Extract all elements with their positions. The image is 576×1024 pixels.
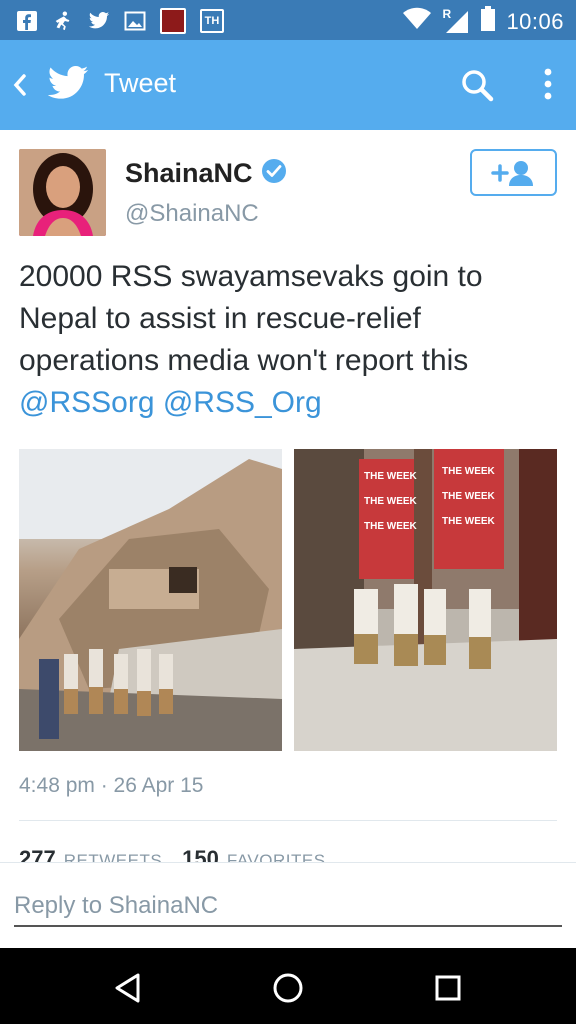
image-icon [124,10,146,32]
mention-link[interactable]: @RSS_Org [163,386,322,419]
runner-icon [52,10,74,32]
verified-badge-icon [261,158,287,189]
app-bar: Tweet [0,40,576,130]
status-bar: TH R 10:06 [0,0,576,40]
tweet-photo[interactable]: THE WEEK THE WEEK THE WEEK THE WEEK THE … [294,449,557,751]
facebook-icon [16,10,38,32]
reply-bar [0,862,576,948]
author-name[interactable]: ShainaNC [125,158,253,189]
tweet-body: 20000 RSS swayamsevaks goin to Nepal to … [19,260,483,377]
divider [19,820,557,821]
battery-icon [480,6,496,37]
wifi-icon [402,7,432,36]
tweet-stats: 277 RETWEETS 150 FAVORITES [19,846,338,862]
page-title: Tweet [104,68,177,98]
tweet-text: 20000 RSS swayamsevaks goin to Nepal to … [19,256,559,424]
banner-text: THE WEEK [442,516,496,527]
favorites-count[interactable]: 150 [182,846,219,862]
th-news-icon: TH [200,9,224,33]
add-user-icon [490,160,533,186]
banner-text: THE WEEK [364,496,418,507]
tweet-detail: ShainaNC @ShainaNC 20000 RSS swayamsevak… [0,130,576,862]
avatar[interactable] [19,149,106,236]
back-nav-icon[interactable] [108,968,148,1008]
news-app-icon [160,8,186,34]
tweet-timestamp: 4:48 pm · 26 Apr 15 [19,774,204,797]
tweet-photo[interactable] [19,449,282,751]
navigation-bar [0,948,576,1024]
twitter-bird-icon [46,64,90,104]
favorites-label[interactable]: FAVORITES [227,851,326,862]
author-name-row: ShainaNC [125,158,287,189]
home-nav-icon[interactable] [268,968,308,1008]
signal-roaming-icon: R [442,7,470,35]
retweets-count[interactable]: 277 [19,846,56,862]
mention-link[interactable]: @RSSorg [19,386,155,419]
clock: 10:06 [506,8,564,34]
author-handle[interactable]: @ShainaNC [125,200,259,228]
reply-input[interactable] [14,887,562,927]
th-label: TH [204,15,220,27]
banner-text: THE WEEK [442,466,496,477]
recents-nav-icon[interactable] [428,968,468,1008]
twitter-icon [88,10,110,32]
search-icon[interactable] [460,68,494,102]
banner-text: THE WEEK [364,471,418,482]
back-button[interactable] [10,70,30,100]
banner-text: THE WEEK [364,521,418,532]
follow-button[interactable] [470,149,557,196]
overflow-menu-icon[interactable] [538,66,558,106]
banner-text: THE WEEK [442,491,496,502]
retweets-label[interactable]: RETWEETS [64,851,162,862]
